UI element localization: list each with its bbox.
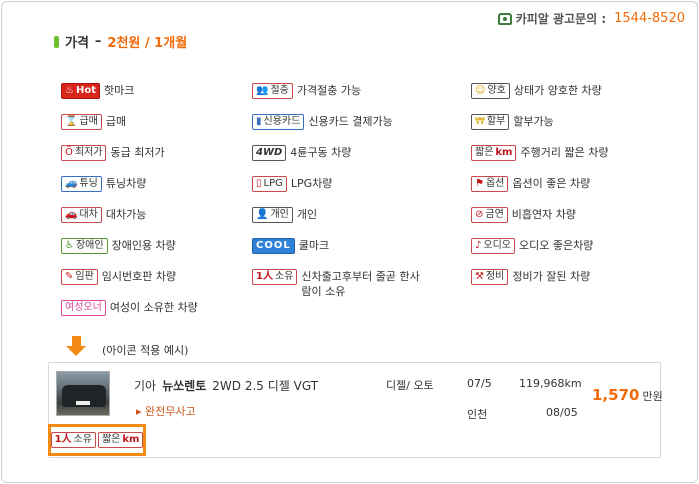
icon-label: 4륜구동 차량 [290,146,352,159]
tuning-car-badge-icon: 🚙 튜닝 [61,176,102,192]
female-owner-badge-icon: 여성오너 [61,300,106,316]
rental-car-badge-icon: 🚗 대차 [61,207,102,223]
ad-contact: 카피알 광고문의 : 1544-8520 [497,10,685,27]
icon-label: 할부가능 [513,115,554,128]
icon-label: 쿨마크 [298,239,330,252]
icon-label: 개인 [296,208,318,221]
car-spec: 2WD 2.5 디젤 VGT [212,379,319,393]
four-wheel-drive-badge-icon: 4WD [252,145,287,161]
icon-item-hot: ♨ Hot 핫마크 [61,83,134,99]
single-owner-badge-icon: 1人 소유 [50,432,96,448]
icon-item-single-owner: 1人 소유 신차출고후부터 줄곧 한사람이 소유 [252,269,421,299]
title-price: 2천원 / 1개월 [107,36,188,51]
applied-icons-highlight: 1人 소유 짧은 km [48,424,146,456]
icon-label: 핫마크 [104,84,135,97]
icon-item-female-owner: 여성오너 여성이 소유한 차량 [61,300,198,316]
icon-label: 여성이 소유한 차량 [109,301,198,314]
license-plate-shape [76,401,90,405]
icon-item-4wd: 4WD 4륜구동 차량 [252,145,351,161]
price-title: 가격 – 2천원 / 1개월 [54,32,187,51]
icon-label: LPG차량 [290,177,333,190]
person-badge-icon: 👤 개인 [252,207,293,223]
icon-item-maintenance: ⚒ 정비 정비가 잘된 차량 [471,269,590,285]
example-label: (아이콘 적용 예시) [102,344,189,357]
car-thumbnail[interactable] [56,371,110,416]
options-badge-icon: ⚑ 옵션 [471,176,509,192]
icon-label: 정비가 잘된 차량 [512,270,591,283]
handshake-badge-icon: 👥 절충 [252,83,293,99]
icon-item-low-mileage: 짧은 km 주행거리 짧은 차량 [471,145,608,161]
icon-label: 가격절충 가능 [296,84,362,97]
car-model: 뉴쏘렌토 [162,379,207,393]
no-smoking-badge-icon: ⊘ 금연 [471,207,508,223]
fuel-transmission: 디젤/ 오토 [386,379,434,392]
low-mileage-badge-icon: 짧은 km [97,432,144,448]
wheelchair-badge-icon: ♿ 장애인 [61,238,108,254]
icon-label: 급매 [105,115,127,128]
icon-label: 튜닝차량 [105,177,147,190]
lowest-price-badge-icon: Ö 최저가 [61,145,107,161]
icon-item-urgent-sale: ⌛ 급매 급매 [61,114,126,130]
contact-number: 1544-8520 [614,11,685,26]
icon-item-installment: ₩ 할부 할부가능 [471,114,554,130]
icon-item-lowest-price: Ö 최저가 동급 최저가 [61,145,165,161]
registration-date: 08/05 [546,406,578,419]
icon-label: 동급 최저가 [110,146,165,159]
hourglass-badge-icon: ⌛ 급매 [61,114,102,130]
icon-label: 임시번호판 차량 [101,270,177,283]
car-brand: 기아 [134,379,157,393]
icon-item-cool: COOL 쿨마크 [252,238,329,254]
icon-item-good-condition: ☺ 양호 상태가 양호한 차량 [471,83,602,99]
temp-plate-badge-icon: ✎ 임판 [61,269,98,285]
title-prefix: 가격 [65,36,89,51]
title-dash: – [94,34,102,49]
icon-label: 주행거리 짧은 차량 [520,146,609,159]
icon-label: 대차가능 [105,208,147,221]
icon-label: 장애인용 차량 [111,239,176,252]
icon-label: 상태가 양호한 차량 [513,84,602,97]
icon-label: 신용카드 결제가능 [308,115,393,128]
icon-item-private: 👤 개인 개인 [252,207,317,223]
audio-badge-icon: ♪ 오디오 [471,238,515,254]
icon-item-options: ⚑ 옵션 옵션이 좋은 차량 [471,176,590,192]
icon-label: 신차출고후부터 줄곧 한사람이 소유 [301,270,420,298]
down-arrow-icon [66,336,86,356]
model-year: 07/5 [467,377,492,390]
price-value: 1,570 [592,386,640,404]
single-owner-badge-icon: 1人 소유 [252,269,298,285]
mileage: 119,968km [519,377,582,390]
icon-label: 오디오 좋은차량 [519,239,594,252]
icon-item-rental: 🚗 대차 대차가능 [61,207,146,223]
price-unit: 만원 [642,390,663,403]
icon-item-disabled: ♿ 장애인 장애인용 차량 [61,238,176,254]
car-price: 1,570 만원 [592,386,663,404]
low-mileage-badge-icon: 짧은 km [471,145,517,161]
wrench-badge-icon: ⚒ 정비 [471,269,509,285]
contact-label: 카피알 광고문의 : [515,12,607,26]
region: 인천 [467,408,488,421]
icon-item-lpg: ▯ LPG LPG차량 [252,176,332,192]
lpg-tank-badge-icon: ▯ LPG [252,176,287,192]
title-bullet [54,35,59,48]
icon-item-tuning: 🚙 튜닝 튜닝차량 [61,176,146,192]
icon-item-credit-card: ▮ 신용카드 신용카드 결제가능 [252,114,393,130]
icon-item-non-smoker: ⊘ 금연 비흡연자 차량 [471,207,576,223]
phone-icon [497,12,512,25]
cool-badge-icon: COOL [252,238,295,254]
icon-item-negotiable: 👥 절충 가격절충 가능 [252,83,361,99]
dealer-note: ▸ 완전무사고 [136,405,196,418]
credit-card-badge-icon: ▮ 신용카드 [252,114,305,130]
icon-item-audio: ♪ 오디오 오디오 좋은차량 [471,238,593,254]
smiley-badge-icon: ☺ 양호 [471,83,510,99]
hot-badge-icon: ♨ Hot [61,83,100,99]
icon-label: 옵션이 좋은 차량 [512,177,591,190]
icon-label: 비흡연자 차량 [511,208,577,221]
installment-badge-icon: ₩ 할부 [471,114,510,130]
car-title[interactable]: 기아 뉴쏘렌토 2WD 2.5 디젤 VGT [134,377,318,394]
icon-item-temp-plate: ✎ 임판 임시번호판 차량 [61,269,176,285]
